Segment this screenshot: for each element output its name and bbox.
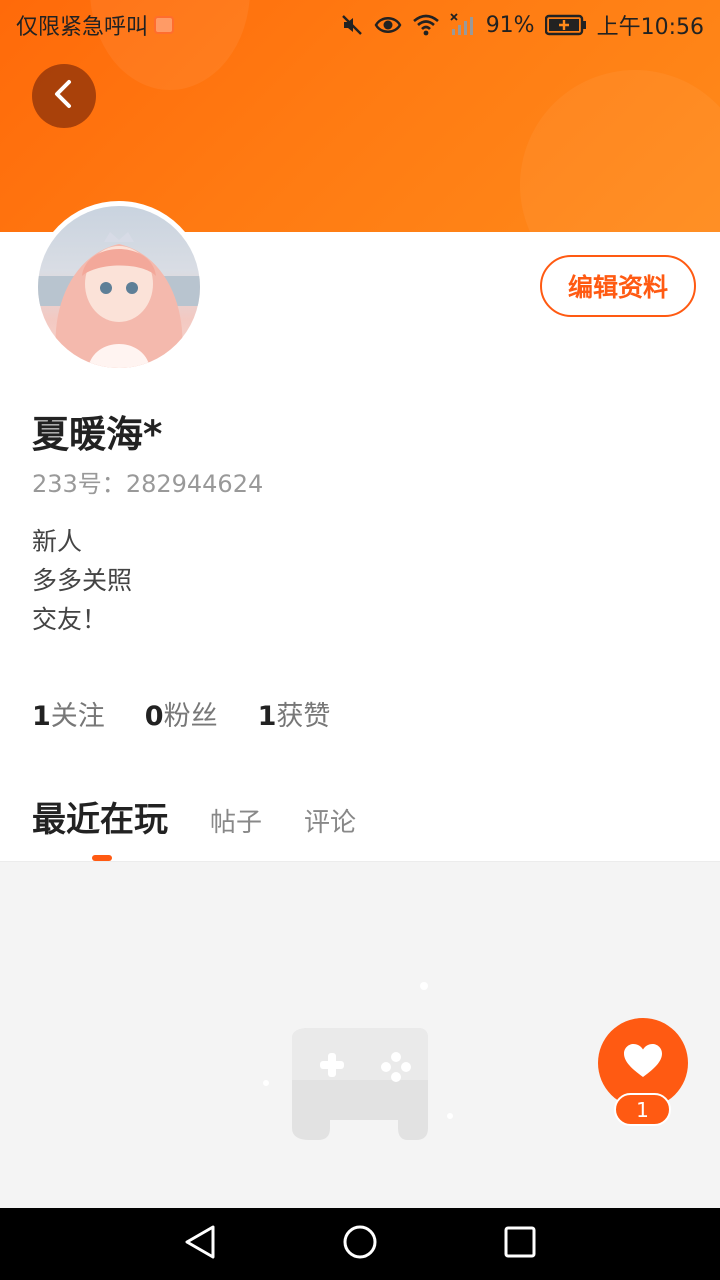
system-nav-bar — [0, 1208, 720, 1280]
back-icon — [50, 78, 78, 114]
stat-label: 粉丝 — [163, 701, 218, 732]
eye-icon — [374, 14, 402, 36]
heart-icon — [623, 1043, 663, 1083]
nav-back-icon[interactable] — [183, 1224, 217, 1264]
user-id-label: 233号： — [32, 470, 126, 498]
gamepad-icon — [262, 970, 462, 1154]
edit-profile-button[interactable]: 编辑资料 — [540, 255, 696, 317]
mute-icon — [340, 13, 364, 37]
tab-recently-played[interactable]: 最近在玩 — [32, 792, 168, 841]
battery-icon — [544, 14, 587, 36]
nav-home-icon[interactable] — [342, 1224, 378, 1264]
bio: 新人 多多关照 交友！ — [32, 522, 132, 639]
stat-count: 0 — [144, 701, 164, 732]
avatar-image — [38, 232, 200, 368]
signal-icon — [450, 13, 476, 37]
stat-label: 获赞 — [276, 701, 331, 732]
tab-comments[interactable]: 评论 — [304, 802, 356, 839]
stat-count: 1 — [257, 701, 277, 732]
nav-recents-icon[interactable] — [503, 1225, 537, 1263]
stat-fans[interactable]: 0粉丝 — [145, 694, 218, 733]
user-id: 233号：282944624 — [32, 464, 263, 499]
battery-percent: 91% — [485, 12, 535, 38]
notification-icon — [154, 16, 175, 34]
tab-bar: 最近在玩 帖子 评论 — [32, 792, 356, 841]
stat-following[interactable]: 1关注 — [32, 694, 105, 733]
carrier-text: 仅限紧急呼叫 — [16, 15, 149, 40]
stats-row: 1关注 0粉丝 1获赞 — [32, 694, 330, 733]
bio-line: 新人 — [32, 527, 83, 556]
bio-line: 多多关照 — [32, 566, 133, 595]
stat-label: 关注 — [50, 701, 105, 732]
like-count-badge: 1 — [614, 1093, 671, 1126]
header-decoration — [520, 70, 720, 232]
status-bar: 仅限紧急呼叫 91% 上午10:56 — [0, 0, 720, 50]
clock: 上午10:56 — [596, 15, 704, 40]
bio-line: 交友！ — [32, 605, 108, 634]
stat-count: 1 — [32, 701, 51, 732]
user-id-value: 282944624 — [125, 470, 264, 498]
back-button[interactable] — [32, 64, 96, 128]
tab-posts[interactable]: 帖子 — [210, 802, 262, 839]
stat-likes[interactable]: 1获赞 — [258, 694, 331, 733]
wifi-icon — [412, 13, 440, 37]
username: 夏暖海* — [32, 413, 163, 456]
avatar[interactable] — [33, 201, 205, 373]
